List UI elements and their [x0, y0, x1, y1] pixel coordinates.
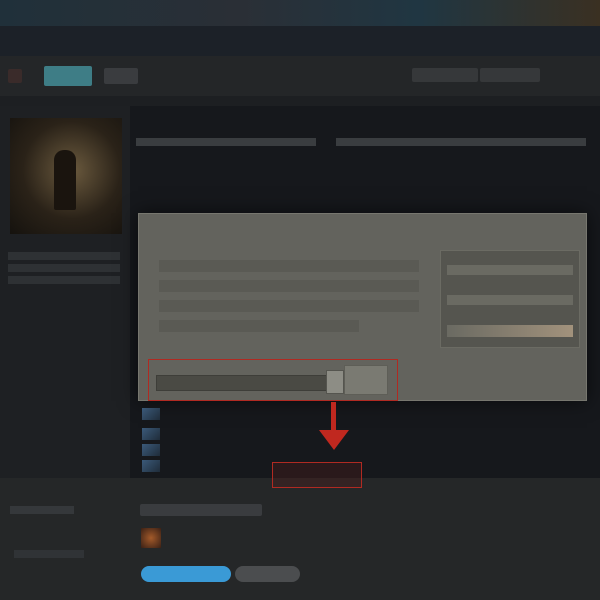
- side-panel-field[interactable]: [447, 265, 573, 275]
- bottom-panel-item[interactable]: [14, 550, 84, 558]
- settings-row[interactable]: [159, 300, 419, 312]
- top-navigation: [0, 26, 600, 56]
- settings-row[interactable]: [159, 260, 419, 272]
- side-panel-field[interactable]: [447, 295, 573, 305]
- bottom-panel-tab[interactable]: [140, 504, 262, 516]
- list-item-icon: [142, 428, 160, 440]
- sidebar-item[interactable]: [8, 276, 120, 284]
- slider-track[interactable]: [156, 375, 328, 391]
- avatar[interactable]: [8, 69, 22, 83]
- game-details: [136, 120, 591, 200]
- settings-row[interactable]: [159, 280, 419, 292]
- toolbar-search-input[interactable]: [412, 68, 478, 82]
- toolbar-filter-input[interactable]: [480, 68, 540, 82]
- nav-links[interactable]: [70, 36, 270, 44]
- side-panel-field[interactable]: [447, 325, 573, 337]
- toolbar-primary-button[interactable]: [44, 66, 92, 86]
- sidebar-item[interactable]: [8, 252, 120, 260]
- game-description: [336, 138, 586, 146]
- game-title: [136, 138, 316, 146]
- list-item-icon: [142, 408, 160, 420]
- slider-value-box[interactable]: [344, 365, 388, 395]
- bottom-panel: [0, 478, 600, 600]
- bottom-panel-item[interactable]: [10, 506, 74, 514]
- toolbar-secondary-button[interactable]: [104, 68, 138, 84]
- list-item-icon: [142, 460, 160, 472]
- sub-navigation: [0, 96, 600, 106]
- game-cover-image: [10, 118, 122, 234]
- list-item-icon: [142, 444, 160, 456]
- bottom-panel-thumbnail: [141, 528, 161, 548]
- character-silhouette: [54, 150, 76, 210]
- slider-handle[interactable]: [326, 370, 344, 394]
- toolbar: [0, 56, 600, 97]
- sidebar-item[interactable]: [8, 264, 120, 272]
- primary-action-button[interactable]: [141, 566, 231, 582]
- settings-row[interactable]: [159, 320, 359, 332]
- title-bar: [0, 0, 600, 26]
- secondary-action-button[interactable]: [235, 566, 300, 582]
- dialog-side-panel: [440, 250, 580, 348]
- highlighted-button-section[interactable]: [272, 462, 362, 488]
